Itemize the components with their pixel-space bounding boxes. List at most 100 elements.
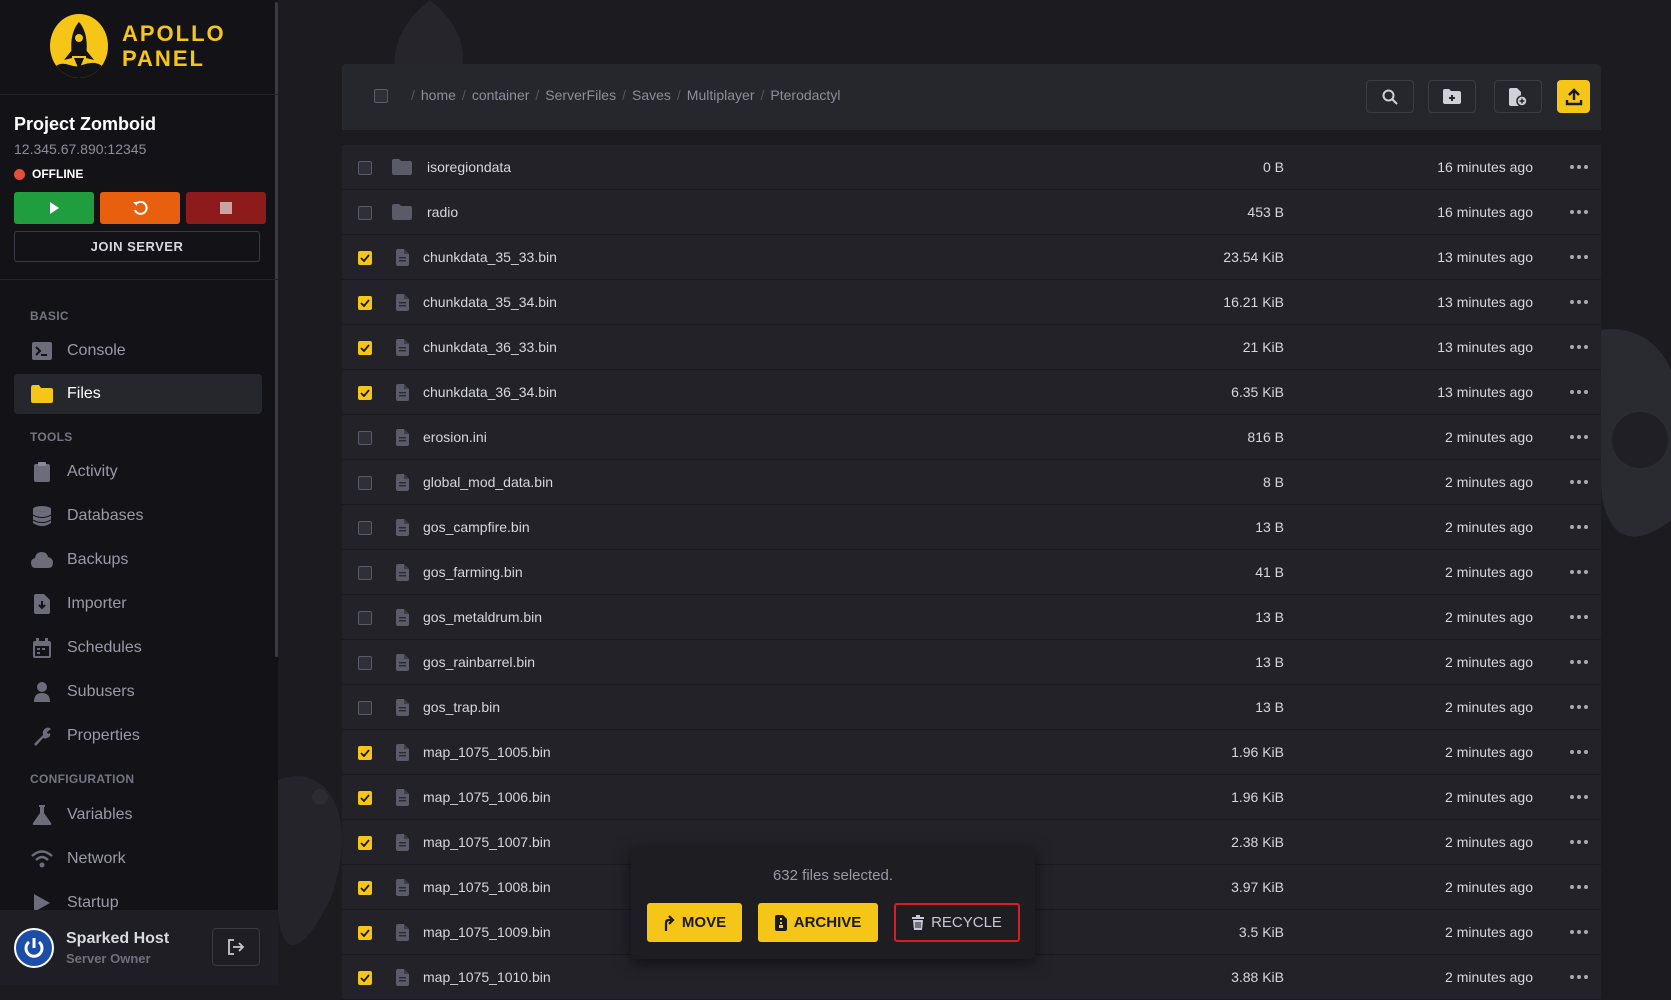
nav-console[interactable]: Console <box>14 331 262 371</box>
file-checkbox[interactable] <box>358 656 372 670</box>
file-row[interactable]: chunkdata_36_34.bin 6.35 KiB 13 minutes ag… <box>342 370 1601 415</box>
logout-button[interactable] <box>212 928 260 966</box>
file-name[interactable]: gos_trap.bin <box>423 699 500 715</box>
file-checkbox[interactable] <box>358 251 372 265</box>
start-button[interactable] <box>14 192 94 224</box>
archive-button[interactable]: ARCHIVE <box>758 903 878 942</box>
more-options-icon[interactable] <box>1567 428 1591 446</box>
file-row[interactable]: chunkdata_36_33.bin 21 KiB 13 minutes ago <box>342 325 1601 370</box>
more-options-icon[interactable] <box>1567 383 1591 401</box>
more-options-icon[interactable] <box>1567 248 1591 266</box>
recycle-button[interactable]: RECYCLE <box>894 903 1020 942</box>
nav-variables[interactable]: Variables <box>14 795 262 835</box>
more-options-icon[interactable] <box>1567 698 1591 716</box>
stop-button[interactable] <box>186 192 266 224</box>
upload-button[interactable] <box>1557 80 1590 113</box>
nav-subusers[interactable]: Subusers <box>14 672 262 712</box>
more-options-icon[interactable] <box>1567 518 1591 536</box>
more-options-icon[interactable] <box>1567 608 1591 626</box>
file-name[interactable]: chunkdata_35_33.bin <box>423 249 557 265</box>
file-checkbox[interactable] <box>358 611 372 625</box>
file-name[interactable]: isoregiondata <box>427 159 511 175</box>
file-name[interactable]: global_mod_data.bin <box>423 474 553 490</box>
file-name[interactable]: gos_farming.bin <box>423 564 523 580</box>
more-options-icon[interactable] <box>1567 203 1591 221</box>
more-options-icon[interactable] <box>1567 743 1591 761</box>
select-all-checkbox[interactable] <box>374 89 388 103</box>
file-row[interactable]: erosion.ini 816 B 2 minutes ago <box>342 415 1601 460</box>
file-checkbox[interactable] <box>358 206 372 220</box>
file-row[interactable]: gos_farming.bin 41 B 2 minutes ago <box>342 550 1601 595</box>
file-name[interactable]: map_1075_1007.bin <box>423 834 551 850</box>
breadcrumb-item[interactable]: home <box>421 87 456 103</box>
file-checkbox[interactable] <box>358 431 372 445</box>
file-name[interactable]: chunkdata_36_34.bin <box>423 384 557 400</box>
file-name[interactable]: radio <box>427 204 458 220</box>
file-name[interactable]: gos_metaldrum.bin <box>423 609 542 625</box>
file-name[interactable]: erosion.ini <box>423 429 487 445</box>
file-checkbox[interactable] <box>358 296 372 310</box>
more-options-icon[interactable] <box>1567 833 1591 851</box>
nav-databases[interactable]: Databases <box>14 496 262 536</box>
file-row[interactable]: chunkdata_35_34.bin 16.21 KiB 13 minutes a… <box>342 280 1601 325</box>
file-name[interactable]: map_1075_1005.bin <box>423 744 551 760</box>
file-row[interactable]: gos_trap.bin 13 B 2 minutes ago <box>342 685 1601 730</box>
avatar[interactable] <box>14 928 54 968</box>
file-name[interactable]: map_1075_1008.bin <box>423 879 551 895</box>
file-checkbox[interactable] <box>358 566 372 580</box>
file-checkbox[interactable] <box>358 341 372 355</box>
file-name[interactable]: map_1075_1009.bin <box>423 924 551 940</box>
file-name[interactable]: map_1075_1010.bin <box>423 969 551 985</box>
more-options-icon[interactable] <box>1567 293 1591 311</box>
nav-backups[interactable]: Backups <box>14 540 262 580</box>
file-checkbox[interactable] <box>358 971 372 985</box>
file-row[interactable]: chunkdata_35_33.bin 23.54 KiB 13 minutes a… <box>342 235 1601 280</box>
search-button[interactable] <box>1366 80 1414 113</box>
nav-files[interactable]: Files <box>14 374 262 414</box>
file-row[interactable]: isoregiondata 0 B 16 minutes ago <box>342 145 1601 190</box>
more-options-icon[interactable] <box>1567 338 1591 356</box>
file-checkbox[interactable] <box>358 791 372 805</box>
file-checkbox[interactable] <box>358 386 372 400</box>
file-row[interactable]: map_1075_1006.bin 1.96 KiB 2 minutes ago <box>342 775 1601 820</box>
nav-network[interactable]: Network <box>14 839 262 879</box>
file-checkbox[interactable] <box>358 476 372 490</box>
file-name[interactable]: chunkdata_35_34.bin <box>423 294 557 310</box>
more-options-icon[interactable] <box>1567 158 1591 176</box>
breadcrumb-item[interactable]: ServerFiles <box>545 87 616 103</box>
nav-schedules[interactable]: Schedules <box>14 628 262 668</box>
more-options-icon[interactable] <box>1567 878 1591 896</box>
file-name[interactable]: map_1075_1006.bin <box>423 789 551 805</box>
file-row[interactable]: gos_metaldrum.bin 13 B 2 minutes ago <box>342 595 1601 640</box>
join-server-button[interactable]: JOIN SERVER <box>14 231 260 262</box>
more-options-icon[interactable] <box>1567 653 1591 671</box>
file-checkbox[interactable] <box>358 746 372 760</box>
file-name[interactable]: gos_campfire.bin <box>423 519 530 535</box>
file-checkbox[interactable] <box>358 161 372 175</box>
move-button[interactable]: MOVE <box>647 903 742 942</box>
breadcrumb-item[interactable]: Saves <box>632 87 671 103</box>
sidebar-scrollbar[interactable] <box>275 2 278 657</box>
file-checkbox[interactable] <box>358 926 372 940</box>
file-checkbox[interactable] <box>358 701 372 715</box>
nav-properties[interactable]: Properties <box>14 716 262 756</box>
file-row[interactable]: global_mod_data.bin 8 B 2 minutes ago <box>342 460 1601 505</box>
new-file-button[interactable] <box>1494 80 1542 113</box>
new-folder-button[interactable] <box>1428 80 1476 113</box>
file-row[interactable]: gos_campfire.bin 13 B 2 minutes ago <box>342 505 1601 550</box>
more-options-icon[interactable] <box>1567 923 1591 941</box>
more-options-icon[interactable] <box>1567 968 1591 986</box>
more-options-icon[interactable] <box>1567 473 1591 491</box>
more-options-icon[interactable] <box>1567 788 1591 806</box>
file-checkbox[interactable] <box>358 881 372 895</box>
restart-button[interactable] <box>100 192 180 224</box>
file-row[interactable]: gos_rainbarrel.bin 13 B 2 minutes ago <box>342 640 1601 685</box>
file-checkbox[interactable] <box>358 521 372 535</box>
file-row[interactable]: map_1075_1005.bin 1.96 KiB 2 minutes ago <box>342 730 1601 775</box>
file-row[interactable]: radio 453 B 16 minutes ago <box>342 190 1601 235</box>
brand-logo[interactable]: APOLLO PANEL <box>50 14 226 78</box>
nav-activity[interactable]: Activity <box>14 452 262 492</box>
breadcrumb-item[interactable]: Multiplayer <box>687 87 755 103</box>
file-name[interactable]: gos_rainbarrel.bin <box>423 654 535 670</box>
file-row[interactable]: map_1075_1010.bin 3.88 KiB 2 minutes ago <box>342 955 1601 1000</box>
